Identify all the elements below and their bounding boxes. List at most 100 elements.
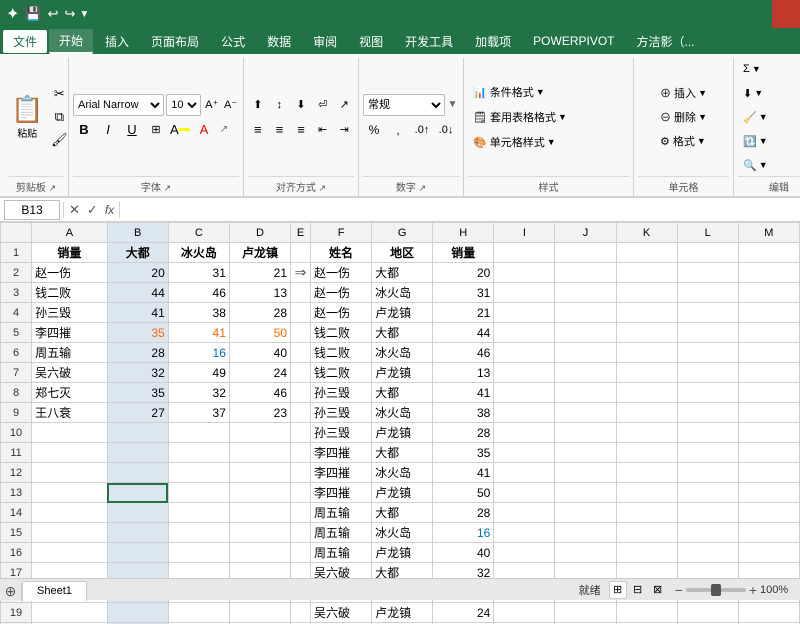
- cell-j2[interactable]: [555, 263, 616, 283]
- number-format-expand[interactable]: ▼: [446, 94, 459, 116]
- cell-m8[interactable]: [738, 383, 799, 403]
- cell-k12[interactable]: [616, 463, 677, 483]
- cell-a5[interactable]: 李四摧: [32, 323, 108, 343]
- cell-m5[interactable]: [738, 323, 799, 343]
- cell-f11[interactable]: 李四摧: [311, 443, 372, 463]
- col-header-M[interactable]: M: [738, 223, 799, 243]
- cell-h14[interactable]: 28: [433, 503, 494, 523]
- cell-i15[interactable]: [494, 523, 555, 543]
- cell-f1[interactable]: 姓名: [311, 243, 372, 263]
- format-painter-button[interactable]: 🖌: [48, 129, 70, 151]
- cell-m11[interactable]: [738, 443, 799, 463]
- cell-g10[interactable]: 卢龙镇: [372, 423, 433, 443]
- row-num-8[interactable]: 8: [1, 383, 32, 403]
- cell-j12[interactable]: [555, 463, 616, 483]
- cell-d8[interactable]: 46: [229, 383, 290, 403]
- close-button[interactable]: [772, 0, 800, 28]
- cell-c2[interactable]: 31: [168, 263, 229, 283]
- cell-f14[interactable]: 周五输: [311, 503, 372, 523]
- cell-f7[interactable]: 钱二败: [311, 363, 372, 383]
- cell-l7[interactable]: [677, 363, 738, 383]
- font-name-select[interactable]: Arial Narrow: [73, 94, 164, 116]
- col-header-A[interactable]: A: [32, 223, 108, 243]
- cell-f15[interactable]: 周五输: [311, 523, 372, 543]
- cell-g5[interactable]: 大都: [372, 323, 433, 343]
- zoom-out-button[interactable]: −: [675, 582, 683, 598]
- cell-d2[interactable]: 21: [229, 263, 290, 283]
- cell-g12[interactable]: 冰火岛: [372, 463, 433, 483]
- cell-c14[interactable]: [168, 503, 229, 523]
- cell-d10[interactable]: [229, 423, 290, 443]
- cell-l9[interactable]: [677, 403, 738, 423]
- underline-button[interactable]: U: [121, 119, 143, 141]
- menu-file[interactable]: 文件: [3, 30, 47, 53]
- cell-g15[interactable]: 冰火岛: [372, 523, 433, 543]
- cell-a9[interactable]: 王八衰: [32, 403, 108, 423]
- italic-button[interactable]: I: [97, 119, 119, 141]
- cell-l2[interactable]: [677, 263, 738, 283]
- cell-e7[interactable]: [291, 363, 311, 383]
- row-num-1[interactable]: 1: [1, 243, 32, 263]
- formula-input[interactable]: [123, 200, 796, 220]
- cell-g16[interactable]: 卢龙镇: [372, 543, 433, 563]
- cell-i3[interactable]: [494, 283, 555, 303]
- menu-formula[interactable]: 公式: [211, 30, 255, 53]
- increase-indent-button[interactable]: ⇥: [334, 119, 354, 141]
- wrap-text-button[interactable]: ⏎: [313, 94, 333, 116]
- text-direction-button[interactable]: ↗: [334, 94, 354, 116]
- cell-j14[interactable]: [555, 503, 616, 523]
- increase-decimal-button[interactable]: .0↑: [411, 119, 433, 141]
- cell-a7[interactable]: 吴六破: [32, 363, 108, 383]
- align-right-button[interactable]: ≡: [291, 119, 311, 141]
- cell-k7[interactable]: [616, 363, 677, 383]
- row-num-11[interactable]: 11: [1, 443, 32, 463]
- col-header-J[interactable]: J: [555, 223, 616, 243]
- cell-m10[interactable]: [738, 423, 799, 443]
- cell-g1[interactable]: 地区: [372, 243, 433, 263]
- cell-l11[interactable]: [677, 443, 738, 463]
- cell-f12[interactable]: 李四摧: [311, 463, 372, 483]
- col-header-I[interactable]: I: [494, 223, 555, 243]
- cell-i19[interactable]: [494, 603, 555, 623]
- cell-m19[interactable]: [738, 603, 799, 623]
- cell-d15[interactable]: [229, 523, 290, 543]
- percent-button[interactable]: %: [363, 119, 385, 141]
- sort-filter-button[interactable]: 🔃 ▼: [738, 130, 773, 152]
- cell-b3[interactable]: 44: [107, 283, 168, 303]
- menu-insert[interactable]: 插入: [95, 30, 139, 53]
- redo-qa-icon[interactable]: ↪: [63, 4, 78, 24]
- cell-k16[interactable]: [616, 543, 677, 563]
- cell-i9[interactable]: [494, 403, 555, 423]
- cell-h2[interactable]: 20: [433, 263, 494, 283]
- cell-a3[interactable]: 钱二败: [32, 283, 108, 303]
- cell-b8[interactable]: 35: [107, 383, 168, 403]
- row-num-12[interactable]: 12: [1, 463, 32, 483]
- cell-i8[interactable]: [494, 383, 555, 403]
- cell-e16[interactable]: [291, 543, 311, 563]
- border-button[interactable]: ⊞: [145, 119, 167, 141]
- col-header-E[interactable]: E: [291, 223, 311, 243]
- menu-powerpivot[interactable]: POWERPIVOT: [523, 31, 624, 51]
- cell-d3[interactable]: 13: [229, 283, 290, 303]
- cell-d9[interactable]: 23: [229, 403, 290, 423]
- zoom-slider[interactable]: [686, 588, 746, 592]
- cell-k6[interactable]: [616, 343, 677, 363]
- row-num-4[interactable]: 4: [1, 303, 32, 323]
- cell-k15[interactable]: [616, 523, 677, 543]
- cell-k1[interactable]: [616, 243, 677, 263]
- cell-d12[interactable]: [229, 463, 290, 483]
- cell-f9[interactable]: 孙三毁: [311, 403, 372, 423]
- menu-view[interactable]: 视图: [349, 30, 393, 53]
- cell-j3[interactable]: [555, 283, 616, 303]
- insert-cells-button[interactable]: ⊕ 插入 ▼: [655, 82, 712, 104]
- cell-i14[interactable]: [494, 503, 555, 523]
- qa-dropdown-icon[interactable]: ▼: [79, 9, 89, 20]
- cell-c6[interactable]: 16: [168, 343, 229, 363]
- cell-m6[interactable]: [738, 343, 799, 363]
- cell-g11[interactable]: 大都: [372, 443, 433, 463]
- bold-button[interactable]: B: [73, 119, 95, 141]
- cell-i16[interactable]: [494, 543, 555, 563]
- cell-e3[interactable]: [291, 283, 311, 303]
- cell-h5[interactable]: 44: [433, 323, 494, 343]
- cell-h10[interactable]: 28: [433, 423, 494, 443]
